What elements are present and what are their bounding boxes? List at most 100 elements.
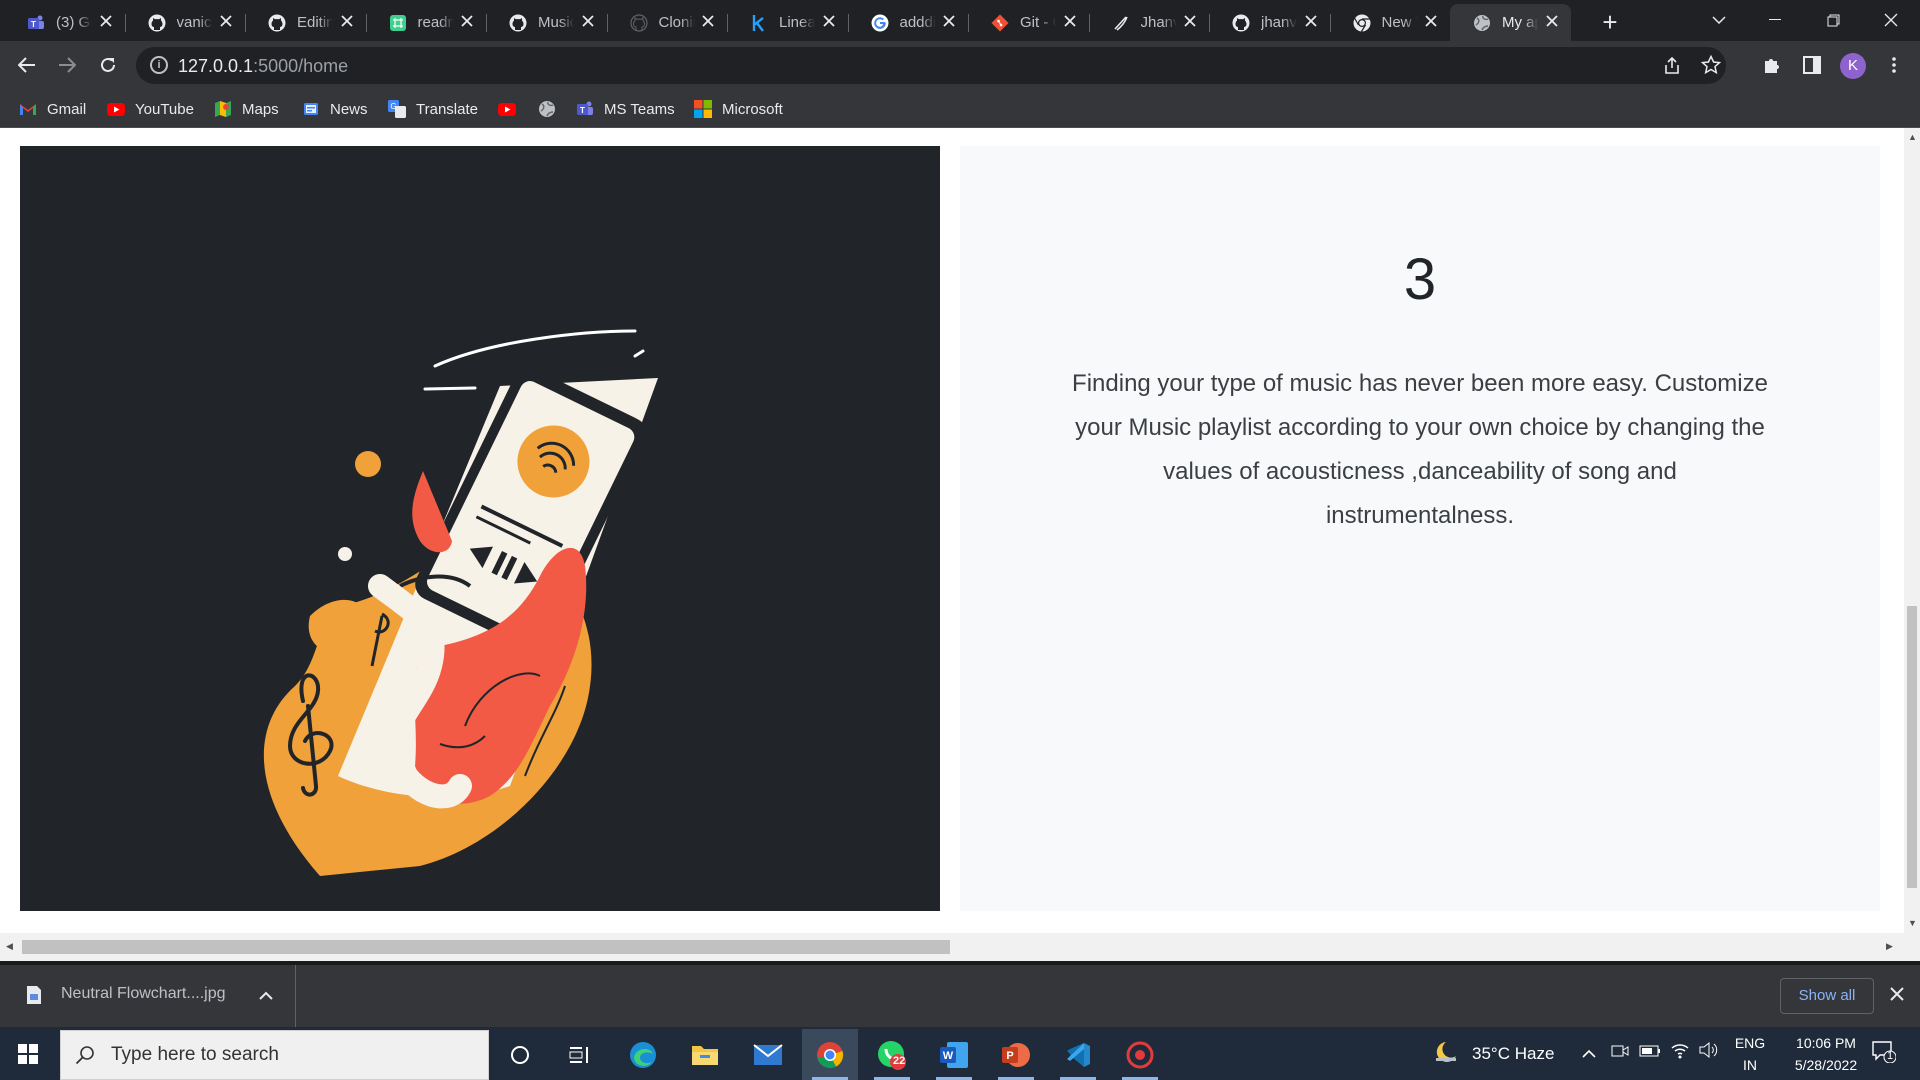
bookmark-item[interactable]: Maps: [214, 98, 279, 120]
new-tab-button[interactable]: +: [1596, 8, 1624, 36]
screen-recorder-icon[interactable]: [1112, 1029, 1168, 1080]
minimize-button[interactable]: [1752, 0, 1798, 40]
menu-kebab-icon[interactable]: [1882, 53, 1906, 77]
browser-tab[interactable]: T (3) Ge: [4, 4, 125, 41]
task-view-icon[interactable]: [552, 1029, 608, 1080]
browser-tab[interactable]: vanich: [125, 4, 246, 41]
download-item[interactable]: Neutral Flowchart....jpg: [0, 965, 296, 1027]
browser-tab[interactable]: jhanv: [1209, 4, 1330, 41]
profile-avatar[interactable]: K: [1840, 53, 1866, 79]
file-explorer-icon[interactable]: [677, 1029, 733, 1080]
close-window-button[interactable]: [1868, 0, 1914, 40]
powerpoint-icon[interactable]: P: [988, 1029, 1044, 1080]
scroll-down-arrow-icon[interactable]: ▼: [1908, 918, 1917, 928]
tab-close-icon[interactable]: [97, 13, 115, 31]
vscode-icon[interactable]: [1050, 1029, 1106, 1080]
bookmark-item[interactable]: [498, 98, 526, 120]
browser-tab[interactable]: adddi: [848, 4, 969, 41]
vertical-scrollbar[interactable]: ▲ ▼: [1904, 128, 1920, 933]
tab-close-icon[interactable]: [1181, 13, 1199, 31]
bookmark-item[interactable]: [538, 98, 566, 120]
tab-close-icon[interactable]: [579, 13, 597, 31]
git-icon: [990, 13, 1010, 33]
show-all-downloads-button[interactable]: Show all: [1780, 978, 1874, 1014]
tab-title: My ap: [1502, 14, 1538, 31]
tab-close-icon[interactable]: [699, 13, 717, 31]
bookmark-star-icon[interactable]: [1700, 54, 1722, 80]
search-placeholder: Type here to search: [111, 1044, 279, 1065]
browser-tab[interactable]: Music: [486, 4, 607, 41]
browser-tab[interactable]: readm: [366, 4, 487, 41]
browser-tab[interactable]: My ap: [1450, 4, 1571, 41]
github-icon: [267, 13, 287, 33]
notification-center-icon[interactable]: 1: [1872, 1041, 1897, 1068]
cortana-icon[interactable]: [492, 1029, 548, 1080]
show-hidden-icons-chevron-icon[interactable]: [1582, 1043, 1596, 1063]
tab-close-icon[interactable]: [940, 13, 958, 31]
tab-close-icon[interactable]: [338, 13, 356, 31]
tab-title: Linear: [779, 14, 815, 31]
extensions-icon[interactable]: [1760, 53, 1784, 77]
wifi-icon[interactable]: [1670, 1041, 1690, 1064]
tab-close-icon[interactable]: [458, 13, 476, 31]
search-icon: [75, 1045, 95, 1070]
bookmark-item[interactable]: G Translate: [388, 98, 478, 120]
tab-close-icon[interactable]: [820, 13, 838, 31]
volume-icon[interactable]: [1698, 1041, 1718, 1064]
scroll-right-arrow-icon[interactable]: ▶: [1886, 941, 1893, 952]
restore-button[interactable]: [1810, 0, 1856, 40]
file-icon: [26, 985, 42, 1010]
windows-start-icon[interactable]: [18, 1044, 38, 1069]
share-icon[interactable]: [1662, 56, 1682, 81]
clock[interactable]: 10:06 PM 5/28/2022: [1776, 1035, 1876, 1073]
side-panel-icon[interactable]: [1800, 53, 1824, 77]
taskbar-search-box[interactable]: Type here to search: [60, 1030, 489, 1080]
close-download-bar-icon[interactable]: [1890, 987, 1904, 1006]
bookmark-label: News: [330, 100, 368, 118]
tab-close-icon[interactable]: [1422, 13, 1440, 31]
tab-close-icon[interactable]: [1061, 13, 1079, 31]
bookmark-item[interactable]: News: [302, 98, 368, 120]
chevron-up-icon[interactable]: [259, 987, 273, 1005]
scroll-up-arrow-icon[interactable]: ▲: [1908, 132, 1917, 142]
back-button[interactable]: [15, 53, 39, 77]
weather-text[interactable]: 35°C Haze: [1472, 1044, 1554, 1064]
browser-tab[interactable]: Git - C: [968, 4, 1089, 41]
weather-moon-icon[interactable]: [1432, 1040, 1460, 1071]
bookmark-item[interactable]: Gmail: [19, 98, 86, 120]
tab-close-icon[interactable]: [217, 13, 235, 31]
bookmark-item[interactable]: YouTube: [107, 98, 194, 120]
browser-tab[interactable]: New T: [1330, 4, 1451, 41]
region-code: IN: [1743, 1057, 1757, 1073]
tab-close-icon[interactable]: [1543, 13, 1561, 31]
tab-close-icon[interactable]: [1302, 13, 1320, 31]
reload-button[interactable]: [96, 53, 120, 77]
language-indicator[interactable]: ENG IN: [1733, 1035, 1767, 1073]
site-info-icon[interactable]: i: [150, 56, 168, 74]
meet-now-icon[interactable]: [1611, 1042, 1629, 1065]
tab-search-button[interactable]: [1696, 0, 1742, 40]
horizontal-scrollbar-thumb[interactable]: [22, 940, 950, 954]
word-icon[interactable]: W: [926, 1029, 982, 1080]
address-bar[interactable]: i 127.0.0.1:5000/home: [136, 47, 1726, 84]
chrome-taskbar-icon[interactable]: [802, 1029, 858, 1080]
bookmark-item[interactable]: Microsoft: [694, 98, 783, 120]
mail-icon[interactable]: [740, 1029, 796, 1080]
scroll-left-arrow-icon[interactable]: ◀: [6, 941, 13, 952]
browser-tab[interactable]: Linear: [727, 4, 848, 41]
whatsapp-icon[interactable]: 22: [864, 1029, 920, 1080]
vertical-scrollbar-thumb[interactable]: [1907, 606, 1917, 888]
tab-title: vanich: [176, 14, 213, 31]
forward-button[interactable]: [55, 53, 79, 77]
edge-icon[interactable]: [615, 1029, 671, 1080]
browser-tab[interactable]: Jhanv: [1089, 4, 1210, 41]
language-code: ENG: [1734, 1035, 1766, 1051]
browser-tab[interactable]: Clonin: [607, 4, 728, 41]
download-file-name: Neutral Flowchart....jpg: [61, 985, 226, 1002]
clock-date: 5/28/2022: [1794, 1057, 1858, 1073]
horizontal-scrollbar[interactable]: ◀ ▶: [0, 933, 1920, 961]
battery-icon[interactable]: [1639, 1043, 1661, 1063]
bookmark-item[interactable]: T MS Teams: [576, 98, 675, 120]
browser-tab[interactable]: Editin: [245, 4, 366, 41]
url-text[interactable]: 127.0.0.1:5000/home: [178, 56, 348, 77]
